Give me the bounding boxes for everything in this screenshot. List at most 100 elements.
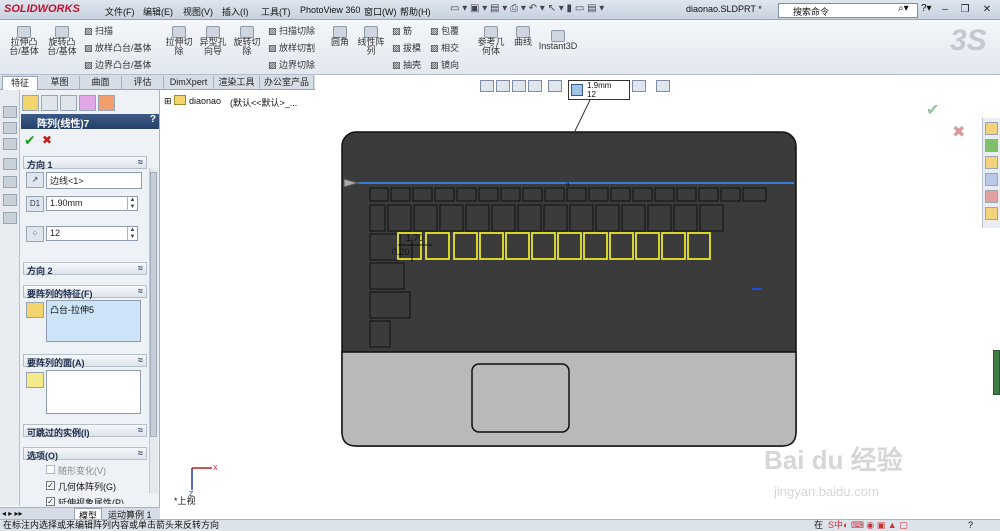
help-button[interactable]: ?: [150, 114, 156, 125]
features-section-header[interactable]: 要阵列的特征(F) ≈: [23, 285, 147, 299]
wrap-button[interactable]: ▨ 包覆: [430, 24, 459, 37]
sweep-cut-button[interactable]: ▨ 扫描切除: [268, 24, 315, 37]
zoom-area-icon[interactable]: [496, 80, 510, 92]
extrude-boss-button[interactable]: 拉伸凸台/基体: [8, 26, 40, 56]
faces-section-header[interactable]: 要阵列的面(A) ≈: [23, 354, 147, 368]
skip-instances-section-header[interactable]: 可跳过的实例(I) ≈: [23, 424, 147, 438]
curves-button[interactable]: 曲线: [510, 26, 536, 47]
faces-listbox[interactable]: [46, 370, 141, 414]
dimension-spacing-value[interactable]: 1.70: [406, 233, 424, 243]
boundary-cut-button[interactable]: ▨ 边界切除: [268, 58, 315, 71]
chevron-down-icon[interactable]: ≈: [138, 263, 143, 273]
spacing-input[interactable]: 1.90mm: [46, 196, 138, 211]
menu-insert[interactable]: 插入(I): [222, 5, 249, 18]
restore-icon[interactable]: ❐: [956, 2, 974, 17]
direction-edge-field[interactable]: 边线<1>: [46, 172, 142, 189]
loft-boss-button[interactable]: ▨ 放样凸台/基体: [84, 41, 152, 54]
direction1-section-header[interactable]: 方向 1 ≈: [23, 156, 147, 170]
tab-dimxpert[interactable]: DimXpert: [164, 76, 214, 90]
tab-render-tools[interactable]: 渲染工具: [214, 76, 260, 90]
menu-help[interactable]: 帮助(H): [400, 5, 431, 18]
property-manager-tab[interactable]: [41, 95, 58, 111]
sketch-icon[interactable]: [3, 158, 17, 170]
file-explorer-icon[interactable]: [985, 156, 998, 169]
hole-wizard-button[interactable]: 异型孔向导: [198, 26, 228, 56]
rib-button[interactable]: ▨ 筋: [392, 24, 412, 37]
geometry-pattern-checkbox[interactable]: ✓: [46, 481, 55, 490]
sketch-icon[interactable]: [3, 122, 17, 134]
tab-office-products[interactable]: 办公室产品: [260, 76, 314, 90]
vary-sketch-checkbox[interactable]: [46, 465, 55, 474]
menu-view[interactable]: 视图(V): [183, 5, 213, 18]
view-settings-icon[interactable]: [656, 80, 670, 92]
custom-properties-icon[interactable]: [985, 207, 998, 220]
appearances-icon[interactable]: [985, 190, 998, 203]
section-view-icon[interactable]: [528, 80, 542, 92]
reference-geometry-button[interactable]: 参考几何体: [474, 26, 508, 56]
ime-toolbar[interactable]: S中◐ ⌨ ◉ ▣ ▲ ▢: [828, 520, 908, 531]
ok-button[interactable]: ✔: [24, 132, 36, 149]
menu-file[interactable]: 文件(F): [105, 5, 135, 18]
close-icon[interactable]: ✕: [978, 2, 996, 17]
loft-cut-button[interactable]: ▨ 放样切割: [268, 41, 315, 54]
display-style-icon[interactable]: [632, 80, 646, 92]
dimxpert-manager-tab[interactable]: [79, 95, 96, 111]
propagate-visual-checkbox[interactable]: ✓: [46, 497, 55, 506]
tree-root-label[interactable]: diaonao: [189, 96, 221, 106]
previous-view-icon[interactable]: [512, 80, 526, 92]
linear-pattern-button[interactable]: 线性阵列: [356, 26, 386, 56]
display-manager-tab[interactable]: [98, 95, 115, 111]
features-listbox[interactable]: 凸台-拉伸5: [46, 300, 141, 342]
home-icon[interactable]: [985, 122, 998, 135]
reverse-direction-icon[interactable]: ↗: [26, 172, 44, 188]
menu-photoview[interactable]: PhotoView 360: [300, 5, 360, 15]
mirror-button[interactable]: ▨ 镜向: [430, 58, 459, 71]
chevron-up-icon[interactable]: ≈: [138, 355, 143, 365]
revolve-cut-button[interactable]: 旋转切除: [232, 26, 262, 56]
sweep-button[interactable]: ▨ 扫描: [84, 24, 113, 37]
design-library-icon[interactable]: [985, 139, 998, 152]
revolve-boss-button[interactable]: 旋转凸台/基体: [46, 26, 78, 56]
tab-surfaces[interactable]: 曲面: [80, 76, 122, 90]
view-orientation-icon[interactable]: [548, 80, 562, 92]
tab-evaluate[interactable]: 评估: [122, 76, 164, 90]
right-edge-handle[interactable]: [993, 350, 1000, 395]
sketch-icon[interactable]: [3, 138, 17, 150]
draft-button[interactable]: ▨ 拔模: [392, 41, 421, 54]
list-item[interactable]: 凸台-拉伸5: [47, 301, 140, 318]
options-section-header[interactable]: 选项(O) ≈: [23, 447, 147, 461]
count-stepper[interactable]: ▲ ▼: [127, 227, 137, 241]
menu-tools[interactable]: 工具(T): [261, 5, 291, 18]
zoom-to-fit-icon[interactable]: [480, 80, 494, 92]
graphics-area[interactable]: o X Z ⊞ diaonao (默认<<默认>_... 1.70 0.20 1…: [162, 80, 980, 518]
confirm-corner-cancel-icon[interactable]: ✖: [952, 122, 965, 142]
tree-expand-icon[interactable]: ⊞: [164, 96, 172, 107]
help-icon[interactable]: ?▾: [921, 3, 932, 14]
instance-count-input[interactable]: 12: [46, 226, 138, 241]
cancel-button[interactable]: ✖: [42, 133, 52, 147]
chevron-up-icon[interactable]: ≈: [138, 286, 143, 296]
view-palette-icon[interactable]: [985, 173, 998, 186]
tab-features[interactable]: 特征: [2, 76, 38, 90]
chevron-up-icon[interactable]: ≈: [138, 448, 143, 458]
instant3d-button[interactable]: Instant3D: [538, 30, 578, 51]
sketch-icon[interactable]: [3, 212, 17, 224]
search-input[interactable]: 搜索命令: [778, 3, 918, 18]
sketch-icon[interactable]: [3, 176, 17, 188]
panel-scrollbar-thumb[interactable]: [150, 172, 157, 437]
direction2-section-header[interactable]: 方向 2 ≈: [23, 262, 147, 276]
shell-button[interactable]: ▨ 抽壳: [392, 58, 421, 71]
tab-nav-arrows[interactable]: ◂ ▸ ▸▸: [2, 509, 23, 518]
minimize-icon[interactable]: –: [936, 2, 954, 17]
feature-manager-tab[interactable]: [22, 95, 39, 111]
confirm-corner-ok-icon[interactable]: ✔: [926, 100, 939, 120]
fillet-button[interactable]: 圆角: [326, 26, 354, 47]
dimension-offset-value[interactable]: 0.20: [392, 247, 410, 257]
quick-access-toolbar[interactable]: ▭ ▾ ▣ ▾ ▤ ▾ ⎙ ▾ ↶ ▾ ↖ ▾ ▮ ▭ ▤ ▾: [450, 3, 670, 17]
tab-sketch[interactable]: 草图: [40, 76, 80, 90]
chevron-down-icon[interactable]: ≈: [138, 425, 143, 435]
search-icon[interactable]: ⌕▾: [898, 3, 909, 14]
help-icon[interactable]: ?: [968, 520, 973, 531]
spacing-stepper[interactable]: ▲ ▼: [127, 197, 137, 211]
sketch-icon[interactable]: [3, 194, 17, 206]
